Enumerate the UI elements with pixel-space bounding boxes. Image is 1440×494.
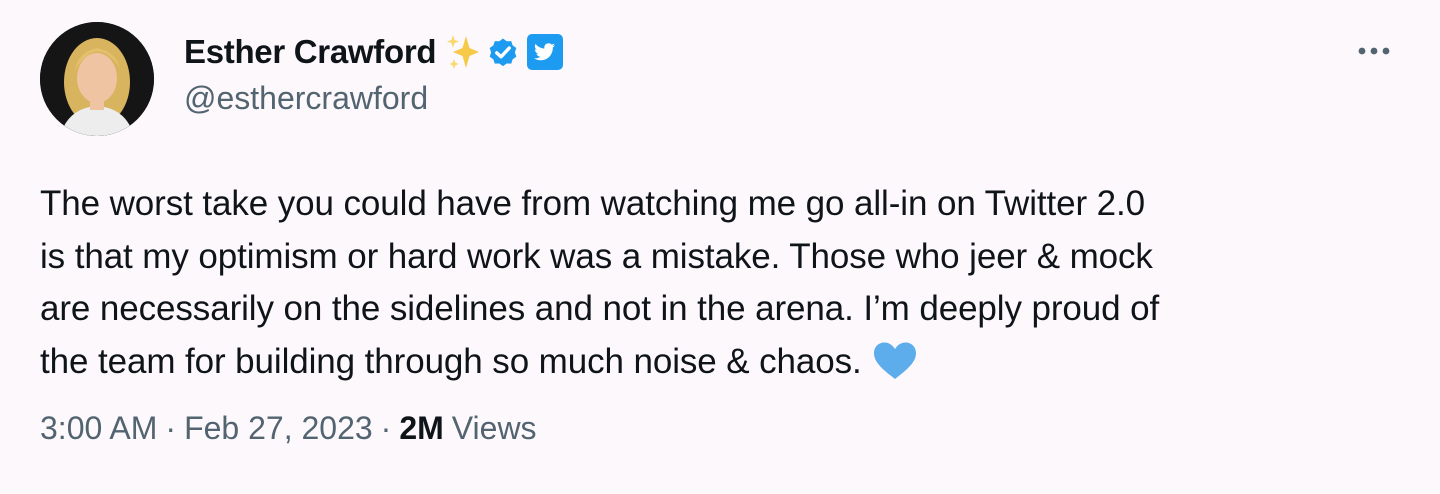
separator: · <box>165 410 177 446</box>
tweet-text-line: the team for building through so much no… <box>40 341 862 381</box>
tweet-text-line-last: the team for building through so much no… <box>40 336 1410 397</box>
tweet-text-line: are necessarily on the sidelines and not… <box>40 289 1160 328</box>
views-count: 2M <box>399 410 444 446</box>
verified-badge-icon[interactable] <box>486 35 520 69</box>
avatar[interactable] <box>40 22 154 136</box>
author-display-name[interactable]: Esther Crawford <box>184 33 437 71</box>
tweet-meta: 3:00 AM · Feb 27, 2023 · 2M Views <box>40 410 537 447</box>
more-options-icon[interactable] <box>1352 36 1396 66</box>
tweet-text: The worst take you could have from watch… <box>40 178 1410 396</box>
tweet-date[interactable]: Feb 27, 2023 <box>184 410 373 447</box>
views-label: Views <box>451 410 537 446</box>
author-name-row: Esther Crawford <box>184 28 564 76</box>
twitter-bird-icon[interactable] <box>526 33 564 71</box>
tweet-time[interactable]: 3:00 AM <box>40 410 157 447</box>
author-handle[interactable]: @esthercrawford <box>184 80 428 117</box>
sparkles-icon <box>446 33 480 71</box>
tweet-text-line: The worst take you could have from watch… <box>40 184 1146 223</box>
tweet-text-line: is that my optimism or hard work was a m… <box>40 236 1153 276</box>
blue-heart-icon <box>872 341 918 397</box>
tweet-card: Esther Crawford @esthercrawford The wors… <box>0 0 1440 494</box>
separator: · <box>380 410 392 446</box>
avatar-image <box>40 22 154 136</box>
